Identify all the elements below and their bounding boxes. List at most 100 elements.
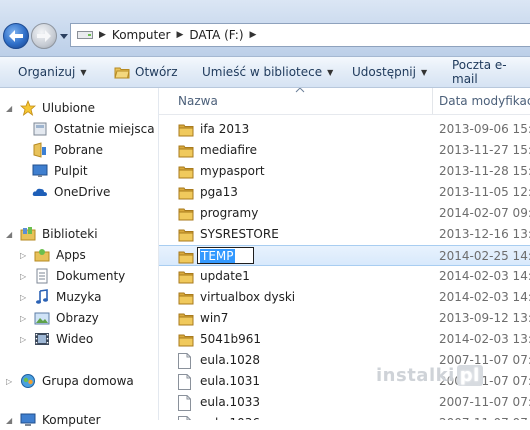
item-date: 2013-11-27 15:28 [439,143,530,157]
nav-item-label: Pobrane [54,143,104,157]
rename-selected-text: TEMP [200,249,235,263]
recent-pages-dropdown[interactable] [59,31,69,41]
nav-computer[interactable]: ◢ Komputer [6,410,101,430]
folder-row[interactable]: mediafire 2013-11-27 15:28 [159,140,530,161]
nav-item-apps[interactable]: ▷ Apps [20,245,86,265]
nav-item-recent-places[interactable]: Ostatnie miejsca [32,119,155,139]
item-name: eula.1031 [200,374,261,388]
share-button[interactable]: Udostępnij ▼ [352,57,427,87]
file-icon [178,416,191,420]
file-icon [178,395,191,414]
open-folder-icon [114,67,130,79]
breadcrumb-computer[interactable]: Komputer [112,28,171,42]
command-bar: Organizuj ▼ Otwórz Umieść w bibliotece ▼… [0,57,530,88]
include-library-button[interactable]: Umieść w bibliotece ▼ [202,57,333,87]
item-name: virtualbox dyski [200,290,296,304]
breadcrumb-drive[interactable]: DATA (F:) [189,28,243,42]
music-note-icon [36,289,48,304]
nav-favorites-label: Ulubione [42,101,96,115]
expand-arrow-icon[interactable]: ▷ [6,377,14,386]
folder-row[interactable]: ifa 2013 2013-09-06 15:12 [159,119,530,140]
item-date: 2007-11-07 07:00 [439,395,530,409]
item-date: 2014-02-03 14:28 [439,290,530,304]
folder-row[interactable]: win7 2013-09-12 13:48 [159,308,530,329]
item-name: update1 [200,269,250,283]
nav-item-music[interactable]: ▷ Muzyka [20,287,101,307]
recent-places-icon [33,122,47,136]
item-name: mediafire [200,143,257,157]
item-date: 2014-02-03 13:51 [439,332,530,346]
folder-row[interactable]: update1 2014-02-03 14:18 [159,266,530,287]
cloud-icon [32,188,47,196]
nav-item-onedrive[interactable]: OneDrive [32,182,110,202]
folder-icon [178,290,194,308]
folder-icon [178,143,194,161]
nav-item-label: Obrazy [56,311,99,325]
address-field[interactable]: ▶ Komputer ▶ DATA (F:) ▶ [70,23,530,47]
arrow-right-icon [37,30,51,42]
nav-computer-label: Komputer [42,413,101,427]
email-button[interactable]: Poczta e-mail [452,57,530,87]
folder-icon [178,311,194,329]
column-divider[interactable] [432,88,433,114]
folder-row[interactable]: programy 2014-02-07 09:01 [159,203,530,224]
breadcrumb-separator[interactable]: ▶ [99,30,106,40]
nav-item-pictures[interactable]: ▷ Obrazy [20,308,99,328]
file-row[interactable]: eula.1036 2007-11-07 07:00 [159,413,530,420]
nav-item-label: Ostatnie miejsca [54,122,155,136]
expand-arrow-icon[interactable]: ◢ [6,104,14,113]
nav-libraries[interactable]: ◢ Biblioteki [6,224,98,244]
item-name: programy [200,206,259,220]
desktop-icon [32,164,48,177]
column-header-name[interactable]: Nazwa [178,94,218,108]
folder-icon [178,332,194,350]
include-library-label: Umieść w bibliotece [202,65,323,79]
folder-row[interactable]: virtualbox dyski 2014-02-03 14:28 [159,287,530,308]
back-button[interactable] [3,23,29,49]
rename-input[interactable]: TEMP [197,247,254,264]
organize-label: Organizuj [18,65,76,79]
nav-homegroup[interactable]: ▷ Grupa domowa [6,371,134,391]
expand-arrow-icon[interactable]: ◢ [6,416,14,425]
organize-button[interactable]: Organizuj ▼ [18,57,86,87]
breadcrumb-separator[interactable]: ▶ [176,30,183,40]
expand-arrow-icon[interactable]: ▷ [20,272,28,281]
apps-library-icon [34,249,50,262]
nav-item-desktop[interactable]: Pulpit [32,161,88,181]
arrow-left-icon [9,30,23,42]
column-header-date[interactable]: Data modyfikacji [439,94,530,108]
expand-arrow-icon[interactable]: ▷ [20,293,28,302]
nav-item-videos[interactable]: ▷ Wideo [20,329,93,349]
nav-item-downloads[interactable]: Pobrane [32,140,103,160]
item-name: eula.1033 [200,395,261,409]
open-label: Otwórz [135,65,178,79]
folder-row[interactable]: TEMP 2014-02-25 14:23 [159,245,530,266]
expand-arrow-icon[interactable]: ◢ [6,230,14,239]
item-name: win7 [200,311,229,325]
computer-icon [20,413,36,426]
library-icon [20,227,36,241]
open-button[interactable]: Otwórz [114,57,178,87]
breadcrumb-separator[interactable]: ▶ [250,30,257,40]
item-date: 2013-12-16 13:27 [439,227,530,241]
folder-icon [178,249,194,267]
sort-ascending-icon [295,88,305,93]
folder-row[interactable]: mypasport 2013-11-28 15:44 [159,161,530,182]
file-row[interactable]: eula.1033 2007-11-07 07:00 [159,392,530,413]
item-name: 5041b961 [200,332,262,346]
nav-item-label: Dokumenty [56,269,126,283]
folder-icon [178,206,194,224]
folder-row[interactable]: 5041b961 2014-02-03 13:51 [159,329,530,350]
expand-arrow-icon[interactable]: ▷ [20,314,28,323]
item-name: pga13 [200,185,238,199]
item-date: 2014-02-03 14:18 [439,269,530,283]
navigation-pane: ◢ Ulubione Ostatnie miejsca Pobrane Pulp… [0,88,159,427]
expand-arrow-icon[interactable]: ▷ [20,251,28,260]
folder-row[interactable]: pga13 2013-11-05 12:51 [159,182,530,203]
address-bar: ▶ Komputer ▶ DATA (F:) ▶ [0,0,530,57]
expand-arrow-icon[interactable]: ▷ [20,335,28,344]
nav-item-documents[interactable]: ▷ Dokumenty [20,266,125,286]
nav-favorites[interactable]: ◢ Ulubione [6,98,95,118]
folder-row[interactable]: SYSRESTORE 2013-12-16 13:27 [159,224,530,245]
forward-button[interactable] [31,23,57,49]
